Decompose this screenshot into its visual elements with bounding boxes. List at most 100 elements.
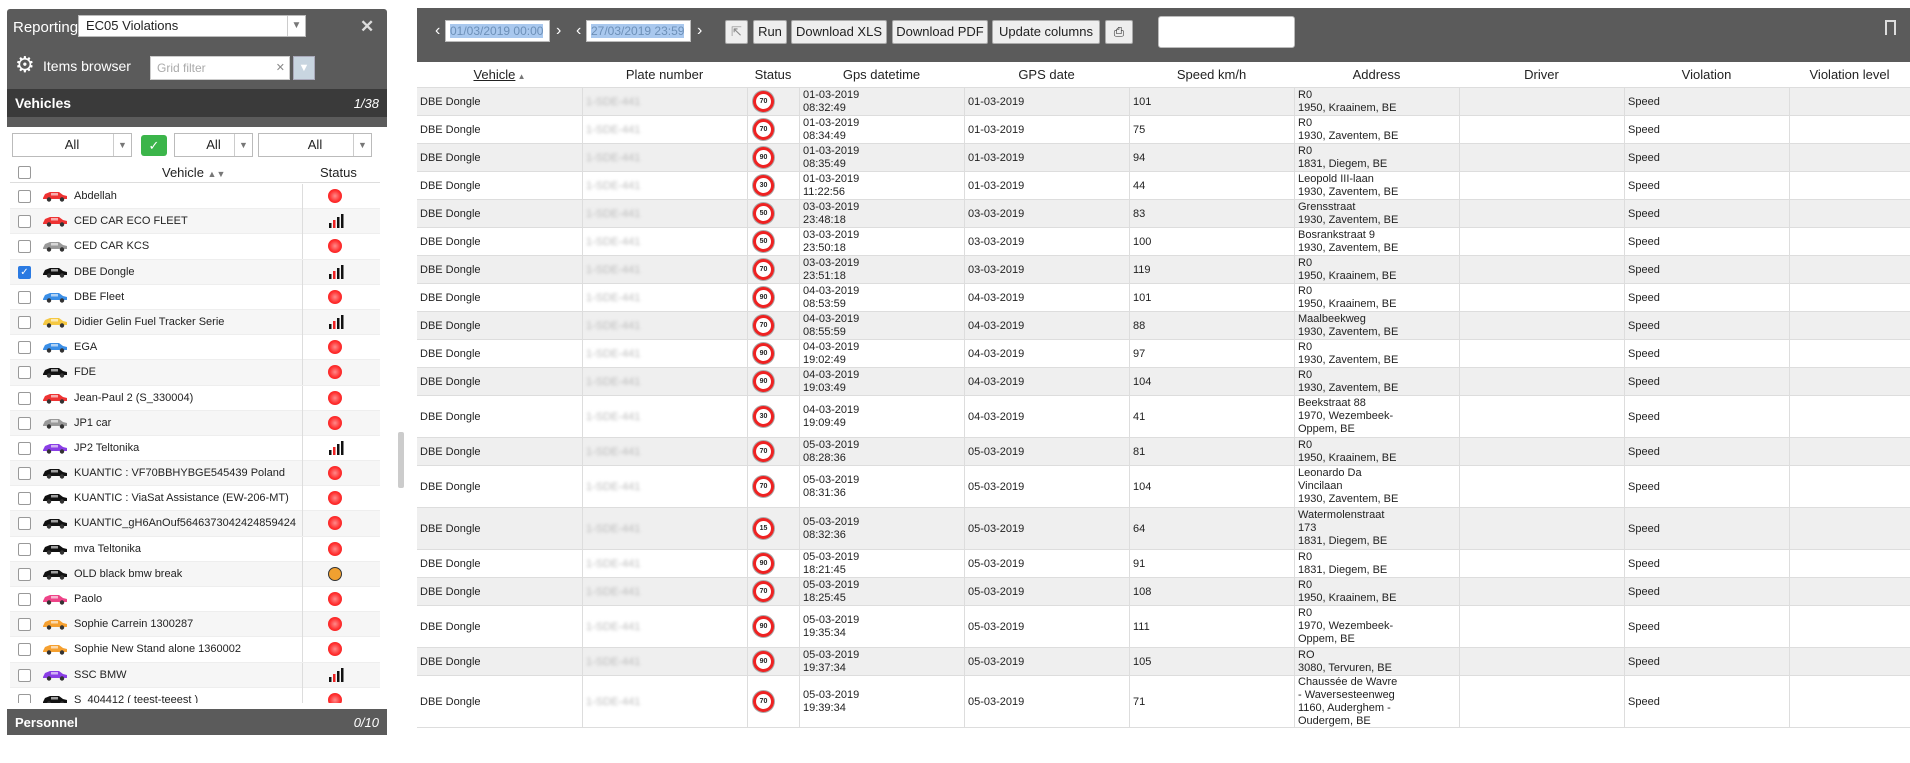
vehicle-checkbox[interactable] [18,618,31,632]
table-row[interactable]: DBE Dongle 1-SDE-441 70 05-03-2019 08:28:36 0… [417,438,1910,466]
select-all-checkbox[interactable] [18,166,31,179]
table-row[interactable]: DBE Dongle 1-SDE-441 70 05-03-2019 19:39:34 0… [417,676,1910,728]
download-xls-button[interactable]: Download XLS [791,20,887,44]
column-header[interactable]: Status [747,67,799,82]
column-header[interactable]: Violation level [1789,67,1910,82]
vehicle-checkbox[interactable] [18,190,31,203]
vehicle-checkbox[interactable] [18,668,31,682]
search-input[interactable] [1158,16,1295,48]
filter-select-1[interactable]: All ▼ [12,133,132,157]
table-row[interactable]: DBE Dongle 1-SDE-441 15 05-03-2019 08:32:36 0… [417,508,1910,550]
close-icon[interactable]: ✕ [360,17,374,37]
table-row[interactable]: DBE Dongle 1-SDE-441 70 04-03-2019 08:55:59 0… [417,312,1910,340]
table-row[interactable]: DBE Dongle 1-SDE-441 70 01-03-2019 08:34:49 0… [417,116,1910,144]
vehicle-checkbox[interactable] [18,492,31,506]
run-button[interactable]: Run [753,20,787,44]
list-item[interactable]: Abdellah [10,184,380,210]
column-header[interactable]: Vehicle ▲ [417,67,582,82]
table-row[interactable]: DBE Dongle 1-SDE-441 70 03-03-2019 23:51:18 0… [417,256,1910,284]
date-to-input[interactable]: 27/03/2019 23:59 [586,20,691,42]
vehicle-checkbox[interactable] [18,567,31,581]
panel-resize-handle[interactable] [398,432,404,488]
gear-icon[interactable]: ⚙ [15,54,37,76]
column-header[interactable]: GPS date [964,67,1129,82]
column-header[interactable]: Gps datetime [799,67,964,82]
next-date-icon[interactable]: › [556,20,561,42]
column-status[interactable]: Status [320,165,357,180]
vehicle-checkbox[interactable]: ✓ [18,265,31,279]
column-header[interactable]: Violation [1624,67,1789,82]
list-item[interactable]: JP1 car [10,410,380,436]
table-row[interactable]: DBE Dongle 1-SDE-441 90 04-03-2019 08:53:59 0… [417,284,1910,312]
update-columns-button[interactable]: Update columns [992,20,1100,44]
list-item[interactable]: Sophie New Stand alone 1360002 [10,637,380,663]
clear-icon[interactable]: ✕ [276,57,285,79]
expand-icon[interactable]: ⇱ [725,20,748,44]
list-item[interactable]: KUANTIC : ViaSat Assistance (EW-206-MT) [10,486,380,512]
list-item[interactable]: CED CAR ECO FLEET [10,209,380,235]
list-item[interactable]: Sophie Carrein 1300287 [10,612,380,638]
vehicle-checkbox[interactable] [18,517,31,531]
vehicle-checkbox[interactable] [18,366,31,380]
vehicle-checkbox[interactable] [18,467,31,481]
table-row[interactable]: DBE Dongle 1-SDE-441 70 05-03-2019 18:25:45 0… [417,578,1910,606]
table-row[interactable]: DBE Dongle 1-SDE-441 50 03-03-2019 23:48:18 0… [417,200,1910,228]
list-item[interactable]: SSC BMW [10,662,380,688]
prev-date-icon[interactable]: ‹ [576,20,581,42]
vehicle-checkbox[interactable] [18,643,31,657]
filter-select-3[interactable]: All ▼ [258,133,372,157]
filter-icon[interactable]: ▼ [293,56,315,80]
table-row[interactable]: DBE Dongle 1-SDE-441 90 05-03-2019 19:35:34 0… [417,606,1910,648]
table-row[interactable]: DBE Dongle 1-SDE-441 30 01-03-2019 11:22:56 0… [417,172,1910,200]
vehicle-checkbox[interactable] [18,441,31,455]
list-item[interactable]: EGA [10,335,380,361]
vehicle-checkbox[interactable] [18,391,31,405]
list-item[interactable]: KUANTIC : VF70BBHYBGE545439 Poland [10,461,380,487]
table-row[interactable]: DBE Dongle 1-SDE-441 90 04-03-2019 19:03:49 0… [417,368,1910,396]
personnel-section-header[interactable]: Personnel 0/10 [7,709,387,735]
list-item[interactable]: ✓ DBE Dongle [10,259,380,285]
check-icon[interactable]: ✓ [141,135,167,156]
vehicle-checkbox[interactable] [18,290,31,304]
list-item[interactable]: FDE [10,360,380,386]
column-header[interactable]: Plate number [582,67,747,82]
vehicle-checkbox[interactable] [18,593,31,606]
list-item[interactable]: KUANTIC_gH6AnOuf5646373042424859424 [10,511,380,537]
column-vehicle[interactable]: Vehicle ▲▼ [162,165,225,180]
vehicle-checkbox[interactable] [18,240,31,254]
column-header[interactable]: Address [1294,67,1459,82]
grid-filter-input[interactable]: Grid filter ✕ [150,56,290,80]
vehicles-section-header[interactable]: Vehicles 1/38 [7,89,387,117]
list-item[interactable]: mva Teltonika [10,536,380,562]
print-icon[interactable]: ⎙ [1105,20,1133,44]
vehicle-checkbox[interactable] [18,315,31,329]
table-row[interactable]: DBE Dongle 1-SDE-441 90 04-03-2019 19:02:49 0… [417,340,1910,368]
list-item[interactable]: Didier Gelin Fuel Tracker Serie [10,309,380,336]
download-pdf-button[interactable]: Download PDF [892,20,988,44]
list-item[interactable]: JP2 Teltonika [10,435,380,462]
vehicle-checkbox[interactable] [18,542,31,556]
table-row[interactable]: DBE Dongle 1-SDE-441 70 01-03-2019 08:32:49 0… [417,88,1910,116]
list-item[interactable]: DBE Fleet [10,284,380,310]
list-item[interactable]: CED CAR KCS [10,234,380,260]
table-row[interactable]: DBE Dongle 1-SDE-441 50 03-03-2019 23:50:18 0… [417,228,1910,256]
bookmark-icon[interactable] [1885,20,1896,35]
date-from-input[interactable]: 01/03/2019 00:00 [445,20,550,42]
table-row[interactable]: DBE Dongle 1-SDE-441 90 01-03-2019 08:35:49 0… [417,144,1910,172]
table-row[interactable]: DBE Dongle 1-SDE-441 90 05-03-2019 18:21:45 0… [417,550,1910,578]
vehicle-checkbox[interactable] [18,341,31,355]
vehicle-checkbox[interactable] [18,215,31,229]
table-row[interactable]: DBE Dongle 1-SDE-441 70 05-03-2019 08:31:36 0… [417,466,1910,508]
filter-select-2[interactable]: All ▼ [174,133,253,157]
column-header[interactable]: Speed km/h [1129,67,1294,82]
next-date-icon[interactable]: › [697,20,702,42]
vehicle-checkbox[interactable] [18,416,31,430]
list-item[interactable]: OLD black bmw break [10,561,380,587]
prev-date-icon[interactable]: ‹ [435,20,440,42]
table-row[interactable]: DBE Dongle 1-SDE-441 90 05-03-2019 19:37:34 0… [417,648,1910,676]
list-item[interactable]: Paolo [10,587,380,613]
list-item[interactable]: S_404412 ( teest-teeest ) [10,687,380,703]
report-select[interactable]: EC05 Violations ▼ [78,15,306,37]
list-item[interactable]: Jean-Paul 2 (S_330004) [10,385,380,411]
vehicle-checkbox[interactable] [18,693,31,703]
